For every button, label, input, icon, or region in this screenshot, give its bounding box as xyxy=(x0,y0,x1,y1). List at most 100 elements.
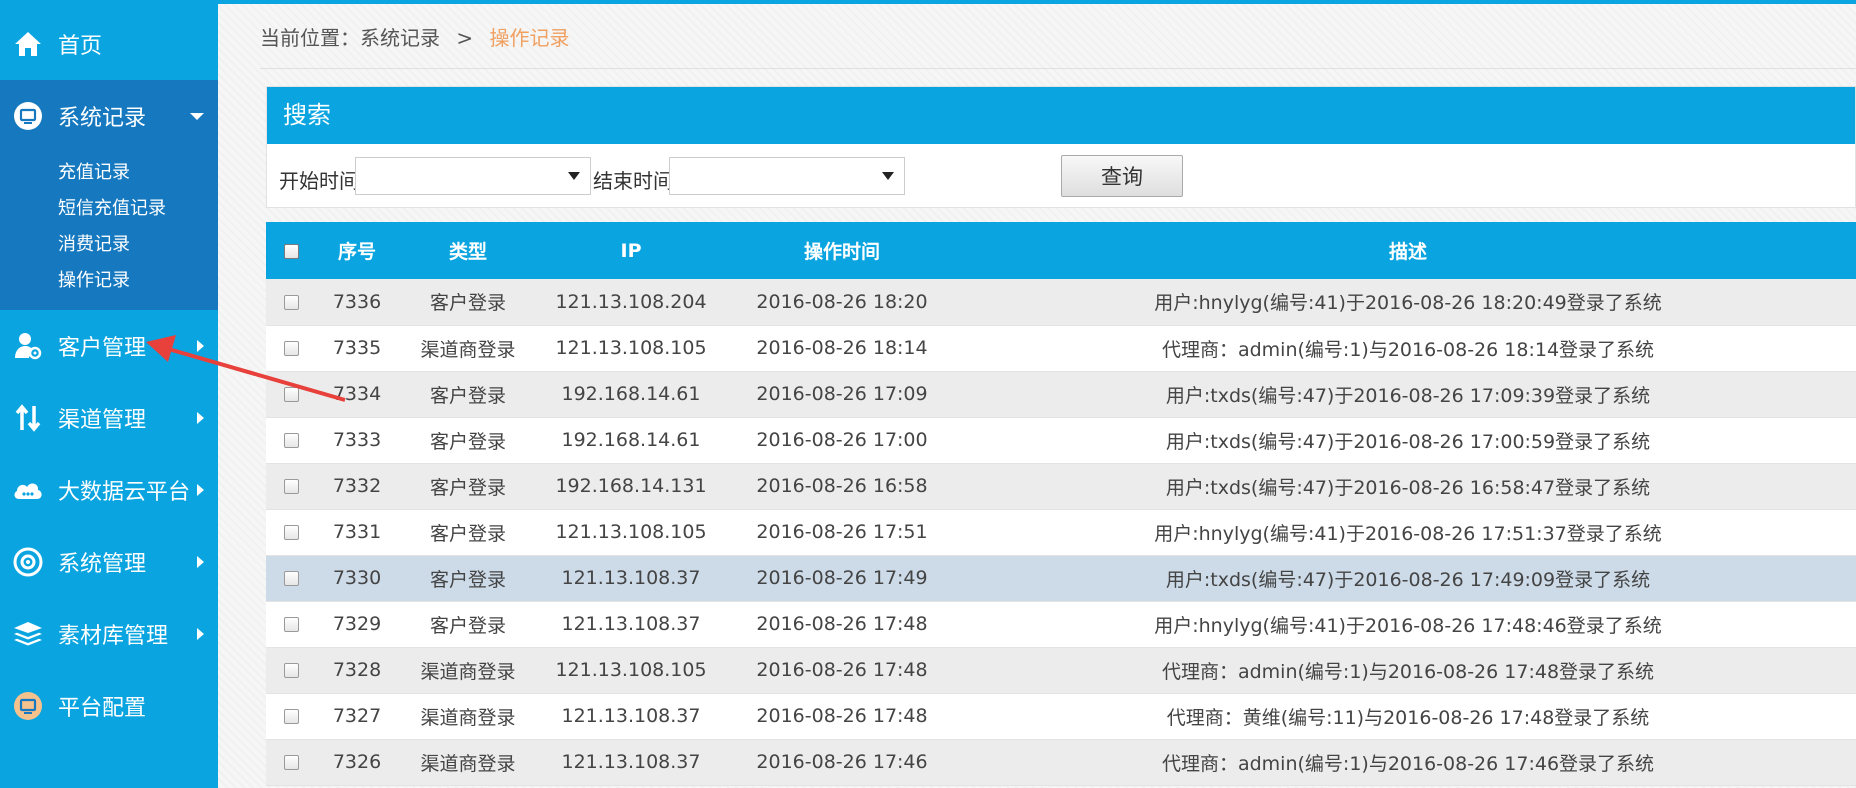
table-row[interactable]: 7331 客户登录 121.13.108.105 2016-08-26 17:51 用户… xyxy=(266,509,1856,555)
cell-type: 客户登录 xyxy=(429,292,506,315)
main-content: 当前位置：系统记录 > 操作记录 搜索 开始时间 结束时间 查询 序号 类型 I… xyxy=(218,4,1856,788)
divider xyxy=(260,68,1856,69)
swap-arrows-icon xyxy=(12,402,44,434)
column-header-id[interactable]: 序号 xyxy=(316,222,398,279)
cell-id: 7330 xyxy=(332,567,382,589)
table-row[interactable]: 7326 渠道商登录 121.13.108.37 2016-08-26 17:46 代理… xyxy=(266,739,1856,785)
breadcrumb-prefix: 当前位置：系统记录 xyxy=(260,26,440,50)
cell-id: 7326 xyxy=(332,751,382,773)
row-checkbox[interactable] xyxy=(283,387,299,402)
cell-desc: 用户:hnylyg(编号:41)于2016-08-26 18:20:49登录了系… xyxy=(1154,292,1662,315)
table-row[interactable]: 7336 客户登录 121.13.108.204 2016-08-26 18:20 用户… xyxy=(266,279,1856,325)
settings-icon xyxy=(12,546,44,578)
table-row[interactable]: 7332 客户登录 192.168.14.131 2016-08-26 16:58 用户… xyxy=(266,463,1856,509)
cell-time: 2016-08-26 17:48 xyxy=(756,659,928,681)
cell-ip: 192.168.14.61 xyxy=(561,383,701,405)
cell-id: 7329 xyxy=(332,613,382,635)
sidebar-item-label: 系统记录 xyxy=(58,106,147,131)
cell-type: 渠道商登录 xyxy=(420,752,516,775)
records-table: 序号 类型 IP 操作时间 描述 7336 客户登录 121.13.108.204 2… xyxy=(266,222,1856,786)
row-select-cell xyxy=(266,417,316,463)
breadcrumb-current[interactable]: 操作记录 xyxy=(489,26,569,50)
search-panel: 搜索 开始时间 结束时间 查询 xyxy=(266,86,1856,208)
start-time-label: 开始时间 xyxy=(279,169,359,193)
end-time-label: 结束时间 xyxy=(593,169,673,193)
row-select-cell xyxy=(266,739,316,785)
sidebar-item-customers[interactable]: 客户管理 xyxy=(0,310,218,382)
row-checkbox[interactable] xyxy=(283,755,299,770)
end-time-select[interactable] xyxy=(669,157,905,195)
row-checkbox[interactable] xyxy=(283,709,299,724)
row-select-cell xyxy=(266,325,316,371)
cell-desc: 用户:txds(编号:47)于2016-08-26 16:58:47登录了系统 xyxy=(1165,476,1651,499)
column-header-desc[interactable]: 描述 xyxy=(960,222,1856,279)
row-checkbox[interactable] xyxy=(283,433,299,448)
sidebar-item-label: 素材库管理 xyxy=(58,624,169,649)
cell-id: 7335 xyxy=(332,337,382,359)
cell-type: 客户登录 xyxy=(429,614,506,637)
sidebar-item-home[interactable]: 首页 xyxy=(0,8,218,80)
row-checkbox[interactable] xyxy=(283,617,299,632)
column-header-time[interactable]: 操作时间 xyxy=(724,222,960,279)
cell-type: 渠道商登录 xyxy=(420,706,516,729)
row-checkbox[interactable] xyxy=(283,479,299,494)
cell-desc: 用户:txds(编号:47)于2016-08-26 17:09:39登录了系统 xyxy=(1165,384,1651,407)
sidebar-subitem-consumption[interactable]: 消费记录 xyxy=(58,230,130,256)
sidebar-item-label: 平台配置 xyxy=(58,696,147,721)
table-row[interactable]: 7328 渠道商登录 121.13.108.105 2016-08-26 17:48 代… xyxy=(266,647,1856,693)
cell-type: 客户登录 xyxy=(429,430,506,453)
cell-time: 2016-08-26 17:00 xyxy=(756,429,928,451)
select-all-checkbox[interactable] xyxy=(283,243,299,259)
cell-time: 2016-08-26 16:58 xyxy=(756,475,928,497)
sidebar-item-assets[interactable]: 素材库管理 xyxy=(0,598,218,670)
row-checkbox[interactable] xyxy=(283,294,299,310)
cell-id: 7327 xyxy=(332,705,382,727)
monitor-icon xyxy=(12,100,44,132)
row-select-cell xyxy=(266,647,316,693)
table-row[interactable]: 7333 客户登录 192.168.14.61 2016-08-26 17:00 用户:… xyxy=(266,417,1856,463)
cell-id: 7333 xyxy=(332,429,382,451)
cell-time: 2016-08-26 18:20 xyxy=(756,290,928,313)
cell-time: 2016-08-26 17:48 xyxy=(756,613,928,635)
row-select-cell xyxy=(266,463,316,509)
breadcrumb: 当前位置：系统记录 > 操作记录 xyxy=(260,22,569,51)
sidebar-subitem-sms-recharge[interactable]: 短信充值记录 xyxy=(58,194,166,220)
cell-desc: 代理商：黄维(编号:11)与2016-08-26 17:48登录了系统 xyxy=(1166,706,1650,729)
sidebar-item-label: 大数据云平台 xyxy=(58,480,191,505)
row-checkbox[interactable] xyxy=(283,341,299,356)
table-row[interactable]: 7327 渠道商登录 121.13.108.37 2016-08-26 17:48 代理… xyxy=(266,693,1856,739)
sidebar-item-system-mgmt[interactable]: 系统管理 xyxy=(0,526,218,598)
sidebar-subitem-operation[interactable]: 操作记录 xyxy=(58,266,130,292)
table-row[interactable]: 7330 客户登录 121.13.108.37 2016-08-26 17:49 用户:… xyxy=(266,555,1856,601)
column-header-type[interactable]: 类型 xyxy=(398,222,538,279)
table-row[interactable]: 7335 渠道商登录 121.13.108.105 2016-08-26 18:14 代… xyxy=(266,325,1856,371)
table-row[interactable]: 7329 客户登录 121.13.108.37 2016-08-26 17:48 用户:… xyxy=(266,601,1856,647)
start-time-select[interactable] xyxy=(355,157,591,195)
chevron-right-icon xyxy=(197,484,204,496)
cell-id: 7331 xyxy=(332,521,382,543)
breadcrumb-separator: > xyxy=(456,26,474,50)
cell-type: 客户登录 xyxy=(429,384,506,407)
cell-desc: 代理商：admin(编号:1)与2016-08-26 17:48登录了系统 xyxy=(1161,660,1655,683)
sidebar-item-label: 首页 xyxy=(58,34,103,59)
row-checkbox[interactable] xyxy=(283,571,299,586)
row-select-cell xyxy=(266,371,316,417)
sidebar-item-platform-config[interactable]: 平台配置 xyxy=(0,670,218,742)
cell-desc: 用户:hnylyg(编号:41)于2016-08-26 17:48:46登录了系… xyxy=(1154,614,1662,637)
sidebar-item-system-records[interactable]: 系统记录 xyxy=(0,80,218,152)
table-row[interactable]: 7334 客户登录 192.168.14.61 2016-08-26 17:09 用户:… xyxy=(266,371,1856,417)
sidebar-item-bigdata[interactable]: 大数据云平台 xyxy=(0,454,218,526)
cell-type: 客户登录 xyxy=(429,476,506,499)
cell-id: 7334 xyxy=(332,383,382,405)
cell-ip: 192.168.14.131 xyxy=(555,475,707,497)
row-checkbox[interactable] xyxy=(283,525,299,540)
column-header-ip[interactable]: IP xyxy=(538,222,724,279)
sidebar-subitem-recharge[interactable]: 充值记录 xyxy=(58,158,130,184)
cell-ip: 121.13.108.37 xyxy=(561,567,701,589)
cell-id: 7332 xyxy=(332,475,382,497)
query-button[interactable]: 查询 xyxy=(1061,155,1183,197)
sidebar-item-channels[interactable]: 渠道管理 xyxy=(0,382,218,454)
row-checkbox[interactable] xyxy=(283,663,299,678)
cell-time: 2016-08-26 17:46 xyxy=(756,751,928,773)
chevron-right-icon xyxy=(197,556,204,568)
